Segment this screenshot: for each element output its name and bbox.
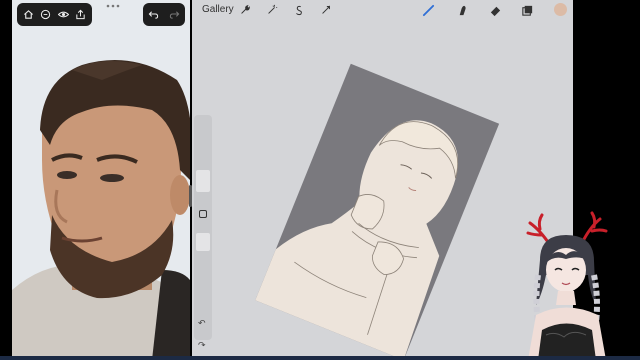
eye-icon[interactable] — [57, 9, 69, 21]
gallery-button[interactable]: Gallery — [202, 4, 234, 15]
redo-icon[interactable] — [169, 9, 181, 21]
browser-icon[interactable] — [40, 9, 52, 21]
reference-toolbar — [17, 3, 92, 26]
reference-undo-group — [143, 3, 185, 26]
transform-icon[interactable] — [319, 3, 333, 17]
share-icon[interactable] — [74, 9, 86, 21]
modify-button[interactable] — [199, 210, 207, 218]
reference-photo-pane — [12, 0, 190, 360]
eraser-icon[interactable] — [488, 3, 502, 17]
sidebar-redo-icon[interactable]: ↷ — [198, 340, 206, 351]
sidebar-sliders — [194, 115, 212, 340]
vtuber-avatar — [526, 211, 608, 360]
wrench-icon[interactable] — [238, 3, 252, 17]
selection-icon[interactable] — [292, 3, 306, 17]
layers-icon[interactable] — [520, 3, 534, 17]
procreate-pane: Gallery ↶ ↷ — [192, 0, 573, 360]
multitask-dots-icon[interactable] — [106, 4, 120, 8]
smudge-icon[interactable] — [455, 3, 469, 17]
undo-icon[interactable] — [148, 9, 160, 21]
magic-wand-icon[interactable] — [265, 3, 279, 17]
brush-size-slider[interactable] — [196, 170, 210, 192]
opacity-slider[interactable] — [196, 233, 210, 251]
sidebar-undo-icon[interactable]: ↶ — [198, 318, 206, 329]
home-icon[interactable] — [23, 9, 35, 21]
drawing-canvas[interactable] — [192, 0, 573, 360]
brush-icon[interactable] — [421, 3, 435, 17]
reference-photo — [12, 0, 190, 360]
color-picker-button[interactable] — [554, 3, 567, 16]
bottom-bar — [0, 356, 640, 360]
